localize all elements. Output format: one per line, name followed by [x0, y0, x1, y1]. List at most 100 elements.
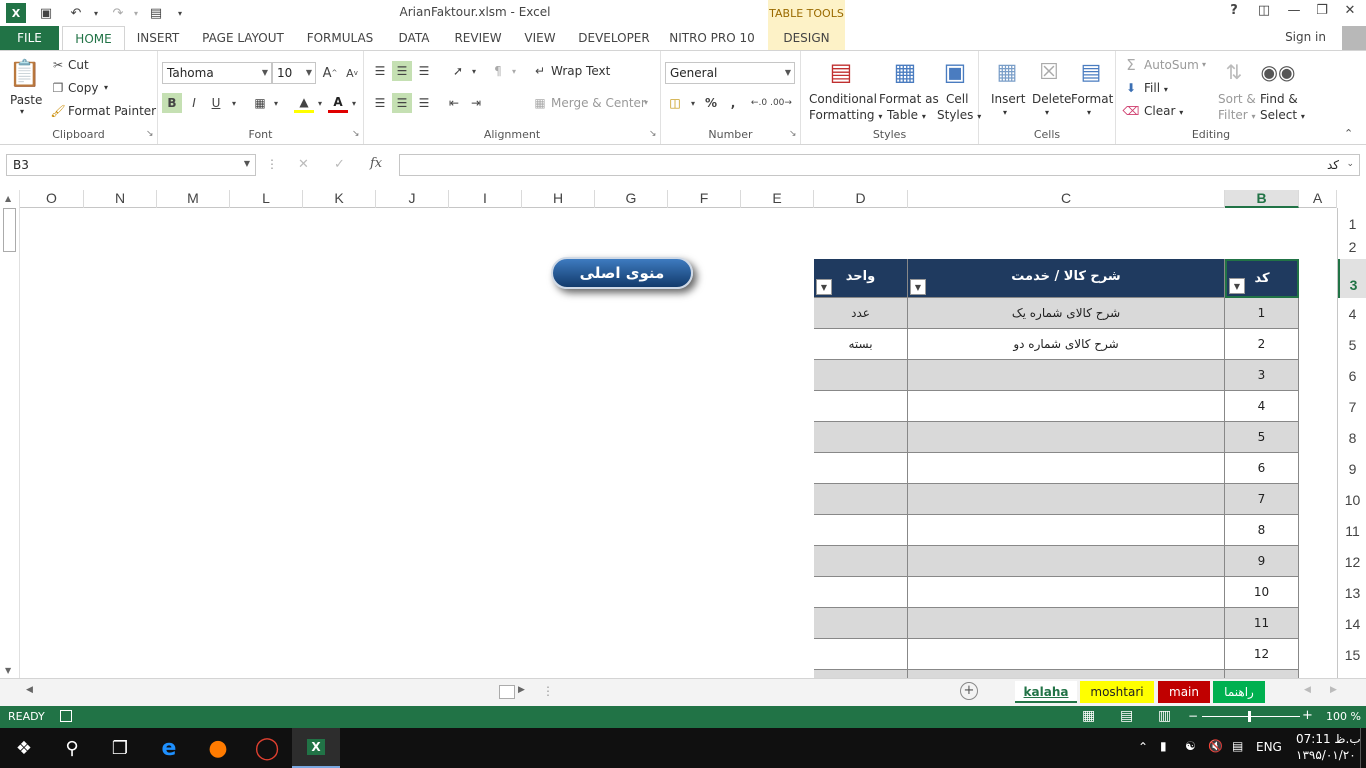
tab-developer[interactable]: DEVELOPER — [572, 26, 656, 50]
row-header-13[interactable]: 13 — [1338, 577, 1366, 608]
table-cell-unit[interactable] — [814, 453, 908, 484]
zoom-level[interactable]: 100 % — [1326, 710, 1361, 723]
main-menu-button[interactable]: منوی اصلی — [551, 257, 693, 289]
format-dropdown-icon[interactable]: ▾ — [1087, 108, 1091, 117]
tab-insert[interactable]: INSERT — [130, 26, 186, 50]
wrap-text-icon[interactable]: ↵ — [530, 61, 550, 81]
autosum-dropdown-icon[interactable]: ▾ — [1202, 60, 1206, 69]
scroll-left-icon[interactable]: ◀ — [26, 685, 33, 695]
conditional-formatting-label-2[interactable]: Formatting ▾ — [809, 108, 882, 122]
italic-button[interactable]: I — [184, 93, 204, 113]
insert-dropdown-icon[interactable]: ▾ — [1003, 108, 1007, 117]
close-button[interactable]: ✕ — [1338, 3, 1362, 23]
column-header-c[interactable]: C — [908, 190, 1225, 208]
merge-center-icon[interactable]: ▦ — [530, 93, 550, 113]
table-cell-code[interactable]: 3 — [1225, 360, 1299, 391]
scroll-right-icon[interactable]: ▶ — [518, 685, 525, 695]
table-cell-code[interactable]: 10 — [1225, 577, 1299, 608]
find-select-label-2[interactable]: Select ▾ — [1260, 108, 1305, 122]
row-header-3[interactable]: 3 — [1338, 259, 1366, 298]
ribbon-display-options-icon[interactable]: ◫ — [1252, 3, 1276, 23]
excel-taskbar-icon[interactable]: X — [292, 728, 340, 768]
sign-in-link[interactable]: Sign in — [1285, 30, 1326, 44]
delete-cells-icon[interactable]: ☒ — [1033, 55, 1065, 89]
column-header-a[interactable]: A — [1299, 190, 1337, 208]
table-cell-unit[interactable] — [814, 515, 908, 546]
table-cell-description[interactable] — [908, 670, 1225, 678]
clock-date[interactable]: ۱۳۹۵/۰۱/۲۰ — [1296, 748, 1356, 762]
accounting-dropdown-icon[interactable]: ▾ — [683, 93, 703, 113]
increase-indent-icon[interactable]: ⇥ — [466, 93, 486, 113]
scroll-down-icon[interactable]: ▼ — [5, 666, 11, 675]
row-header-10[interactable]: 10 — [1338, 484, 1366, 515]
align-left-icon[interactable]: ☰ — [370, 93, 390, 113]
horizontal-scrollbar[interactable] — [36, 685, 498, 699]
fill-color-dropdown-icon[interactable]: ▾ — [310, 93, 330, 113]
clock-time[interactable]: 07:11 ب.ظ — [1296, 732, 1361, 746]
row-header-11[interactable]: 11 — [1338, 515, 1366, 546]
format-painter-icon[interactable]: 🖌 — [50, 103, 66, 119]
show-desktop-button[interactable] — [1360, 728, 1366, 768]
show-hidden-icons-icon[interactable]: ⌃ — [1138, 740, 1148, 754]
filter-dropdown-icon[interactable]: ▼ — [1229, 278, 1245, 294]
column-header-o[interactable]: O — [20, 190, 84, 208]
sheet-tab-2[interactable]: main — [1158, 681, 1210, 703]
table-cell-unit[interactable] — [814, 577, 908, 608]
tab-design[interactable]: DESIGN — [768, 26, 845, 50]
autosum-icon[interactable]: Σ — [1122, 56, 1140, 74]
worksheet-grid[interactable]: ▲ ▼ O N M L K J I H G F E D C B A 1 2 3 … — [0, 186, 1366, 678]
decrease-indent-icon[interactable]: ⇤ — [444, 93, 464, 113]
tab-view[interactable]: VIEW — [518, 26, 562, 50]
delete-cells-button[interactable]: Delete — [1032, 92, 1071, 106]
increase-decimal-icon[interactable]: ←.0 — [749, 93, 769, 113]
vertical-scroll-thumb[interactable] — [3, 208, 16, 252]
number-format-select[interactable]: General ▼ — [665, 62, 795, 84]
autosum-button[interactable]: AutoSum — [1144, 58, 1199, 72]
avatar[interactable] — [1342, 26, 1366, 50]
name-box[interactable]: B3 ▼ — [6, 154, 256, 176]
fill-button[interactable]: Fill ▾ — [1144, 81, 1168, 95]
scroll-up-icon[interactable]: ▲ — [5, 194, 11, 203]
font-color-dropdown-icon[interactable]: ▾ — [344, 93, 364, 113]
align-bottom-icon[interactable]: ☰ — [414, 61, 434, 81]
restore-button[interactable]: ❐ — [1310, 3, 1334, 23]
row-header-6[interactable]: 6 — [1338, 360, 1366, 391]
percent-style-button[interactable]: % — [701, 93, 721, 113]
copy-button[interactable]: Copy — [68, 81, 98, 95]
column-header-d[interactable]: D — [814, 190, 908, 208]
table-cell-code[interactable]: 4 — [1225, 391, 1299, 422]
table-cell-description[interactable] — [908, 453, 1225, 484]
merge-center-button[interactable]: Merge & Center — [551, 96, 646, 110]
insert-function-button[interactable]: fx — [370, 156, 382, 171]
alignment-launcher-icon[interactable]: ↘ — [649, 129, 657, 139]
table-cell-description[interactable] — [908, 577, 1225, 608]
font-size-select[interactable]: 10 ▼ — [272, 62, 316, 84]
accounting-format-icon[interactable]: ◫ — [665, 93, 685, 113]
zoom-slider-thumb[interactable] — [1248, 711, 1251, 722]
align-center-icon[interactable]: ☰ — [392, 93, 412, 113]
enter-icon[interactable]: ✓ — [334, 157, 345, 172]
conditional-formatting-icon[interactable]: ▤ — [825, 55, 857, 89]
row-header-14[interactable]: 14 — [1338, 608, 1366, 639]
table-cell-description[interactable]: شرح کالای شماره دو — [908, 329, 1225, 360]
zoom-in-icon[interactable]: + — [1302, 708, 1313, 723]
wifi-icon[interactable]: ☯ — [1185, 739, 1196, 753]
conditional-formatting-label-1[interactable]: Conditional — [809, 92, 877, 106]
cell-styles-icon[interactable]: ▣ — [939, 55, 971, 89]
number-launcher-icon[interactable]: ↘ — [789, 129, 797, 139]
windows-start-icon[interactable]: ❖ — [0, 728, 48, 768]
table-cell-description[interactable] — [908, 639, 1225, 670]
table-cell-description[interactable] — [908, 546, 1225, 577]
align-middle-icon[interactable]: ☰ — [392, 61, 412, 81]
battery-icon[interactable]: ▮ — [1160, 739, 1167, 753]
table-cell-code[interactable] — [1225, 670, 1299, 678]
format-as-table-label-1[interactable]: Format as — [879, 92, 939, 106]
tab-nitro-pro[interactable]: NITRO PRO 10 — [666, 26, 758, 50]
table-cell-unit[interactable] — [814, 608, 908, 639]
table-cell-code[interactable]: 5 — [1225, 422, 1299, 453]
eraser-icon[interactable]: ⌫ — [1122, 102, 1140, 120]
format-cells-button[interactable]: Format — [1071, 92, 1113, 106]
format-painter-button[interactable]: Format Painter — [68, 104, 156, 118]
tab-home[interactable]: HOME — [62, 26, 125, 51]
table-cell-unit[interactable]: بسته — [814, 329, 908, 360]
